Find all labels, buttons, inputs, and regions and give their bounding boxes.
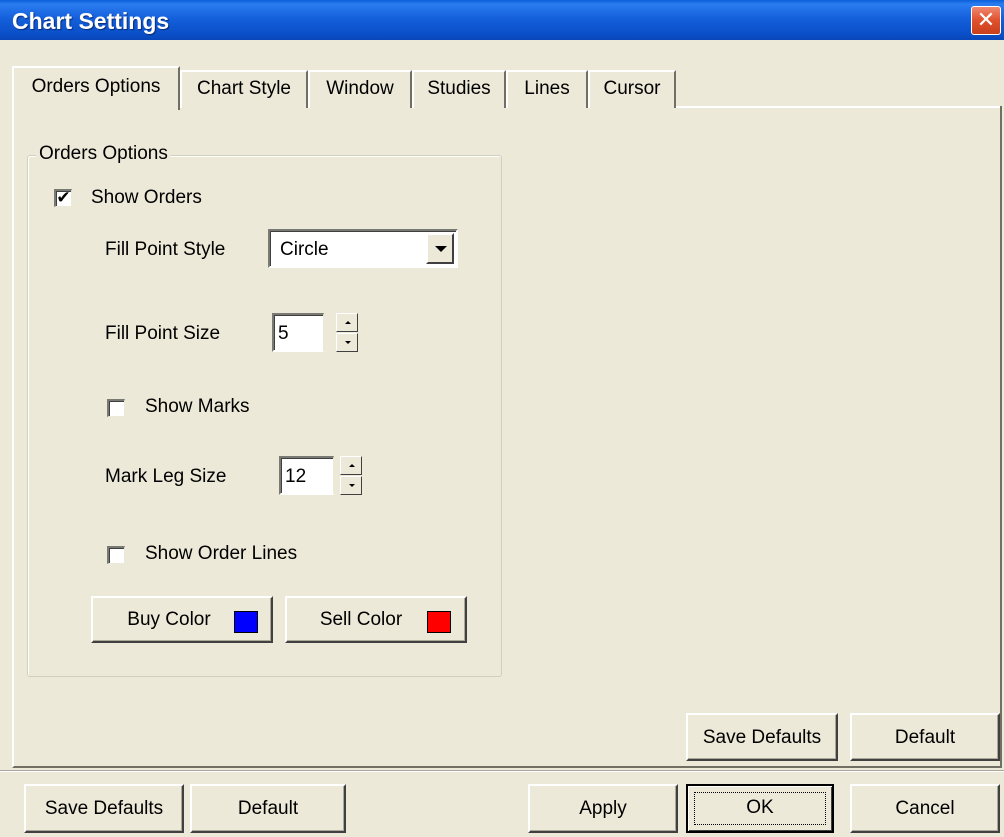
check-icon: ✔ xyxy=(56,188,71,207)
button-label: OK xyxy=(746,797,774,818)
dropdown-button[interactable] xyxy=(426,233,454,264)
fill-point-size-stepper xyxy=(336,313,358,352)
tab-orders-options[interactable]: Orders Options xyxy=(12,66,180,110)
button-label: Default xyxy=(237,798,299,819)
tab-label: Studies xyxy=(427,78,491,99)
spin-down-button[interactable] xyxy=(336,333,358,352)
tab-label: Lines xyxy=(524,78,570,99)
page-save-defaults-button[interactable]: Save Defaults xyxy=(686,713,838,761)
show-order-lines-checkbox[interactable] xyxy=(107,546,125,564)
group-title: Orders Options xyxy=(36,143,171,165)
button-label: Cancel xyxy=(895,798,955,819)
mark-leg-size-label: Mark Leg Size xyxy=(105,466,227,487)
default-button[interactable]: Default xyxy=(190,784,346,833)
mark-leg-size-stepper xyxy=(340,456,362,495)
show-orders-checkbox[interactable]: ✔ xyxy=(54,189,72,207)
fill-point-size-label: Fill Point Size xyxy=(105,323,221,344)
arrow-up-icon xyxy=(345,321,351,324)
tab-label: Window xyxy=(326,78,394,99)
fill-point-style-label: Fill Point Style xyxy=(105,239,226,260)
buy-color-button[interactable]: Buy Color xyxy=(91,596,273,643)
tab-label: Chart Style xyxy=(197,78,291,99)
cancel-button[interactable]: Cancel xyxy=(850,784,1000,833)
mark-leg-size-input[interactable]: 12 xyxy=(279,456,334,495)
spin-up-button[interactable] xyxy=(340,456,362,475)
fill-point-size-value: 5 xyxy=(278,323,289,344)
apply-button[interactable]: Apply xyxy=(528,784,678,833)
arrow-up-icon xyxy=(349,464,355,467)
arrow-down-icon xyxy=(349,484,355,487)
show-order-lines-label: Show Order Lines xyxy=(145,543,298,564)
fill-point-style-select[interactable]: Circle xyxy=(268,229,458,268)
tab-studies[interactable]: Studies xyxy=(412,70,506,108)
close-icon: ✕ xyxy=(976,7,996,32)
show-marks-label: Show Marks xyxy=(145,396,250,417)
ok-button[interactable]: OK xyxy=(686,784,834,833)
mark-leg-size-value: 12 xyxy=(285,466,307,487)
sell-color-swatch xyxy=(427,611,451,633)
save-defaults-button[interactable]: Save Defaults xyxy=(24,784,184,833)
close-button[interactable]: ✕ xyxy=(971,6,1001,35)
chevron-down-icon xyxy=(435,246,447,252)
button-label: Apply xyxy=(579,798,627,819)
title-bar: Chart Settings ✕ xyxy=(0,0,1004,40)
fill-point-size-input[interactable]: 5 xyxy=(272,313,324,352)
spin-down-button[interactable] xyxy=(340,476,362,495)
sell-color-button[interactable]: Sell Color xyxy=(285,596,467,643)
tab-window[interactable]: Window xyxy=(308,70,412,108)
spin-up-button[interactable] xyxy=(336,313,358,332)
button-label: Save Defaults xyxy=(702,727,822,748)
show-marks-checkbox[interactable] xyxy=(107,399,125,417)
page-default-button[interactable]: Default xyxy=(850,713,1000,761)
window-title: Chart Settings xyxy=(12,8,170,34)
tab-lines[interactable]: Lines xyxy=(506,70,588,108)
button-label: Save Defaults xyxy=(44,798,164,819)
divider xyxy=(0,770,1004,772)
buy-color-swatch xyxy=(234,611,258,633)
tab-chart-style[interactable]: Chart Style xyxy=(180,70,308,108)
tab-label: Cursor xyxy=(603,78,661,99)
show-orders-label: Show Orders xyxy=(91,187,202,208)
fill-point-style-value: Circle xyxy=(280,239,329,260)
tab-label: Orders Options xyxy=(31,76,161,97)
button-label: Default xyxy=(894,727,956,748)
arrow-down-icon xyxy=(345,341,351,344)
tab-cursor[interactable]: Cursor xyxy=(588,70,676,108)
